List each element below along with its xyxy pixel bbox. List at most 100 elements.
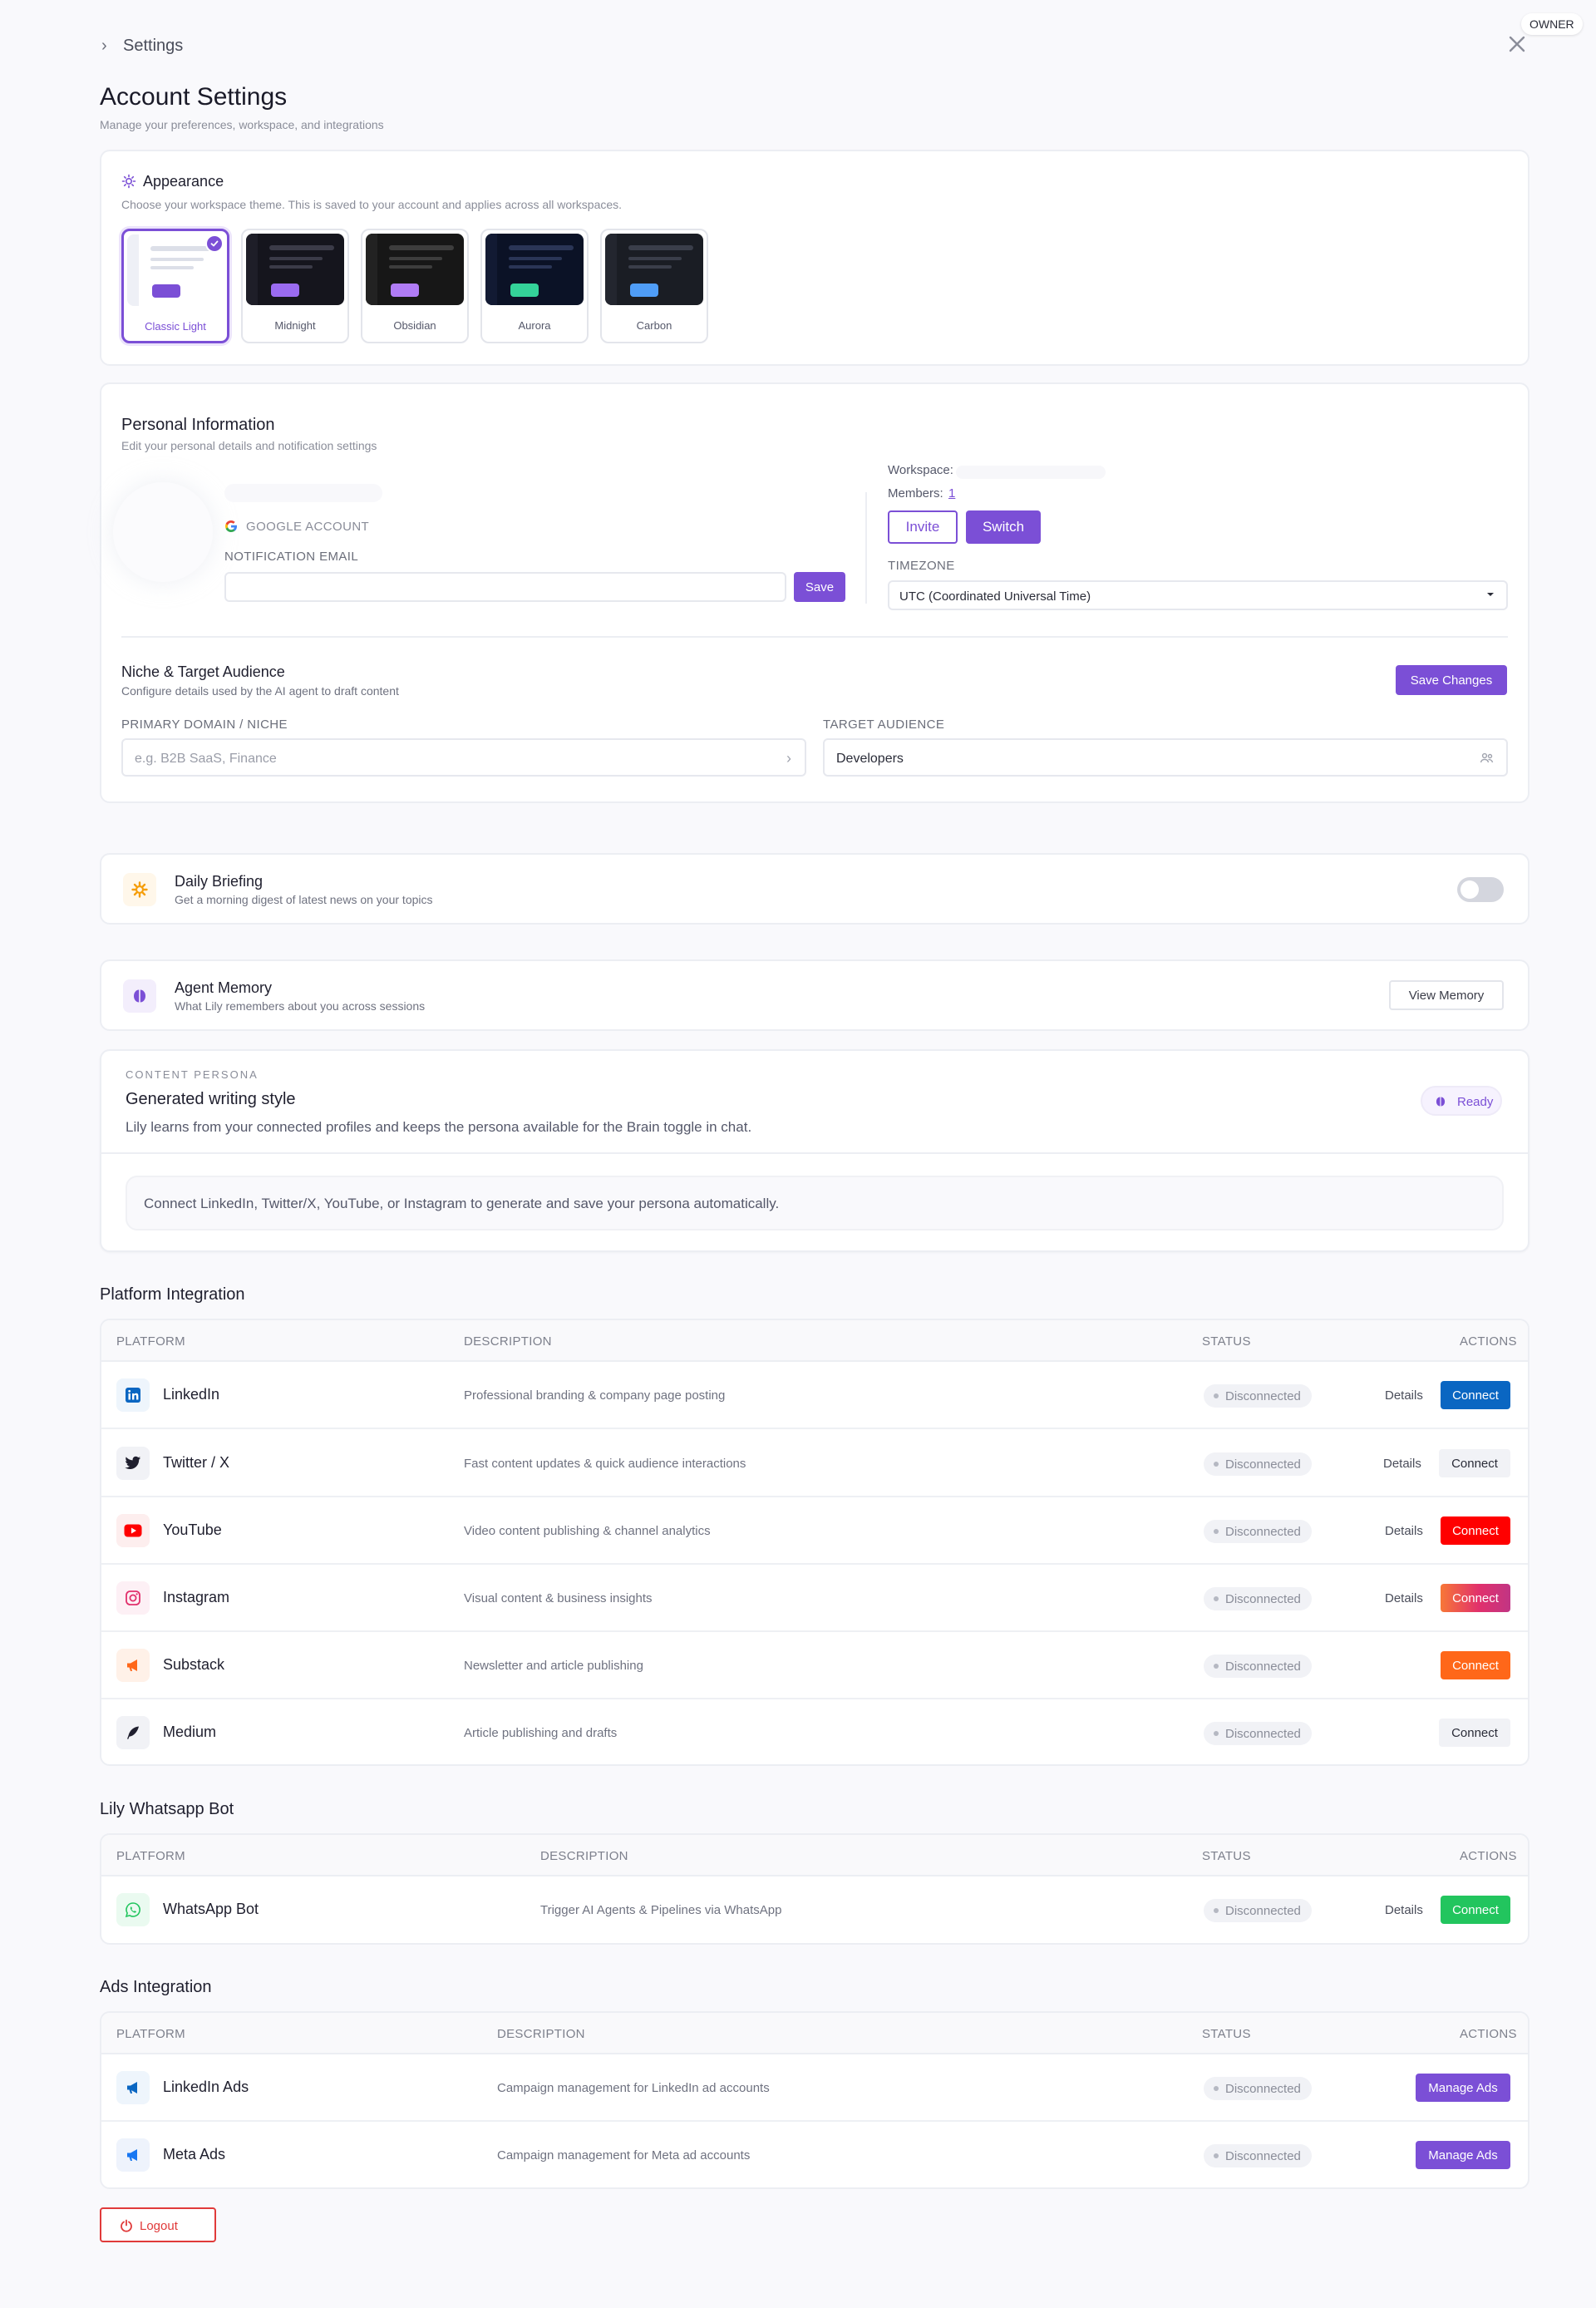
agent-memory-subtitle: What Lily remembers about you across ses… (175, 999, 426, 1013)
details-link-twitter[interactable]: Details (1383, 1457, 1421, 1471)
twitter-icon (125, 1456, 141, 1469)
timezone-select[interactable]: UTC (Coordinated Universal Time) (888, 580, 1508, 610)
view-memory-button[interactable]: View Memory (1389, 980, 1504, 1010)
platform-desc-whatsapp: Trigger AI Agents & Pipelines via WhatsA… (540, 1903, 782, 1917)
persona-description: Lily learns from your connected profiles… (126, 1119, 752, 1135)
connect-medium-button[interactable]: Connect (1439, 1719, 1510, 1747)
youtube-icon-box (116, 1514, 150, 1547)
row-divider (101, 1563, 1528, 1565)
col-actions: ACTIONS (1460, 1849, 1517, 1863)
connect-instagram-button[interactable]: Connect (1441, 1584, 1510, 1612)
medium-icon-box (116, 1716, 150, 1749)
connect-linkedin-button[interactable]: Connect (1441, 1381, 1510, 1409)
personal-info-subtitle: Edit your personal details and notificat… (121, 439, 377, 452)
notification-email-label: NOTIFICATION EMAIL (224, 550, 359, 564)
instagram-icon-box (116, 1581, 150, 1615)
daily-briefing-subtitle: Get a morning digest of latest news on y… (175, 893, 433, 906)
members-label: Members: (888, 486, 943, 501)
table-header-bg (101, 1835, 1528, 1876)
platform-name-whatsapp: WhatsApp Bot (163, 1901, 259, 1917)
connect-twitter-button[interactable]: Connect (1439, 1449, 1510, 1477)
instagram-icon (126, 1590, 140, 1605)
details-link-linkedin[interactable]: Details (1385, 1388, 1423, 1403)
meta-ads-icon-box (116, 2138, 150, 2172)
status-badge: Disconnected (1204, 1520, 1312, 1543)
persona-notice-box: Connect LinkedIn, Twitter/X, YouTube, or… (126, 1176, 1504, 1230)
daily-briefing-title: Daily Briefing (175, 873, 264, 890)
whatsapp-section-title: Lily Whatsapp Bot (100, 1800, 234, 1818)
close-icon[interactable] (1506, 33, 1528, 55)
theme-option-midnight[interactable]: Midnight (241, 229, 349, 343)
breadcrumb[interactable]: Settings (123, 37, 183, 56)
platform-desc-meta-ads: Campaign management for Meta ad accounts (497, 2148, 751, 2163)
invite-button[interactable]: Invite (888, 510, 958, 544)
theme-name: Obsidian (393, 319, 436, 332)
details-link-whatsapp[interactable]: Details (1385, 1903, 1423, 1917)
col-status: STATUS (1202, 2027, 1251, 2041)
col-platform: PLATFORM (116, 2027, 185, 2041)
agent-memory-title: Agent Memory (175, 979, 273, 996)
connect-youtube-button[interactable]: Connect (1441, 1516, 1510, 1545)
theme-name: Classic Light (145, 320, 206, 333)
primary-domain-placeholder: e.g. B2B SaaS, Finance (135, 752, 277, 766)
status-badge: Disconnected (1204, 2077, 1312, 2100)
section-divider (121, 636, 1508, 638)
daily-briefing-toggle[interactable] (1457, 877, 1504, 902)
platform-desc-linkedin-ads: Campaign management for LinkedIn ad acco… (497, 2081, 770, 2095)
target-audience-field[interactable]: Developers (823, 738, 1508, 777)
primary-domain-field[interactable]: e.g. B2B SaaS, Finance › (121, 738, 806, 777)
linkedin-ads-icon-box (116, 2071, 150, 2104)
persona-title: Generated writing style (126, 1090, 296, 1108)
logout-label: Logout (140, 2219, 178, 2233)
google-icon (224, 520, 238, 537)
connect-whatsapp-button[interactable]: Connect (1441, 1896, 1510, 1924)
theme-preview (485, 234, 584, 305)
manage-meta-ads-button[interactable]: Manage Ads (1416, 2141, 1510, 2169)
details-link-youtube[interactable]: Details (1385, 1524, 1423, 1538)
substack-icon-box (116, 1649, 150, 1682)
manage-linkedin-ads-button[interactable]: Manage Ads (1416, 2074, 1510, 2102)
toggle-knob (1461, 880, 1479, 899)
col-status: STATUS (1202, 1334, 1251, 1349)
theme-option-classic-light[interactable]: Classic Light (121, 229, 229, 343)
whatsapp-icon (125, 1902, 140, 1918)
theme-option-aurora[interactable]: Aurora (480, 229, 589, 343)
power-icon (121, 2219, 132, 2232)
timezone-value: UTC (Coordinated Universal Time) (899, 589, 1091, 604)
members-count-link[interactable]: 1 (948, 486, 955, 501)
appearance-description: Choose your workspace theme. This is sav… (121, 198, 623, 211)
vertical-divider (865, 492, 867, 604)
role-badge: OWNER (1521, 13, 1583, 35)
notification-email-field[interactable] (224, 572, 786, 602)
niche-subtitle: Configure details used by the AI agent t… (121, 684, 399, 698)
platform-name-substack: Substack (163, 1656, 225, 1673)
connect-substack-button[interactable]: Connect (1441, 1651, 1510, 1679)
platform-name-meta-ads: Meta Ads (163, 2146, 226, 2163)
table-header-bg (101, 1320, 1528, 1362)
platform-desc-substack: Newsletter and article publishing (464, 1659, 643, 1673)
switch-button[interactable]: Switch (966, 510, 1041, 544)
save-changes-button[interactable]: Save Changes (1396, 665, 1507, 695)
theme-option-obsidian[interactable]: Obsidian (361, 229, 469, 343)
page-title: Account Settings (100, 83, 288, 111)
daily-briefing-card (100, 853, 1530, 925)
sun-icon (121, 174, 136, 193)
status-badge: Disconnected (1204, 1899, 1312, 1922)
theme-name: Aurora (518, 319, 551, 332)
table-header-bg (101, 2013, 1528, 2054)
platform-name-youtube: YouTube (163, 1521, 222, 1538)
platform-name-instagram: Instagram (163, 1589, 230, 1605)
persona-status-badge: Ready (1421, 1086, 1502, 1116)
theme-option-carbon[interactable]: Carbon (600, 229, 708, 343)
theme-name: Carbon (636, 319, 672, 332)
details-link-instagram[interactable]: Details (1385, 1591, 1423, 1605)
target-audience-label: TARGET AUDIENCE (823, 718, 945, 732)
col-description: DESCRIPTION (464, 1334, 552, 1349)
linkedin-icon (126, 1388, 140, 1403)
logout-button[interactable]: Logout (100, 2207, 216, 2242)
name-placeholder-blur (224, 484, 382, 502)
save-email-button[interactable]: Save (794, 572, 845, 602)
brain-icon (1436, 1097, 1446, 1107)
row-divider (101, 1428, 1528, 1429)
check-icon (205, 234, 224, 253)
